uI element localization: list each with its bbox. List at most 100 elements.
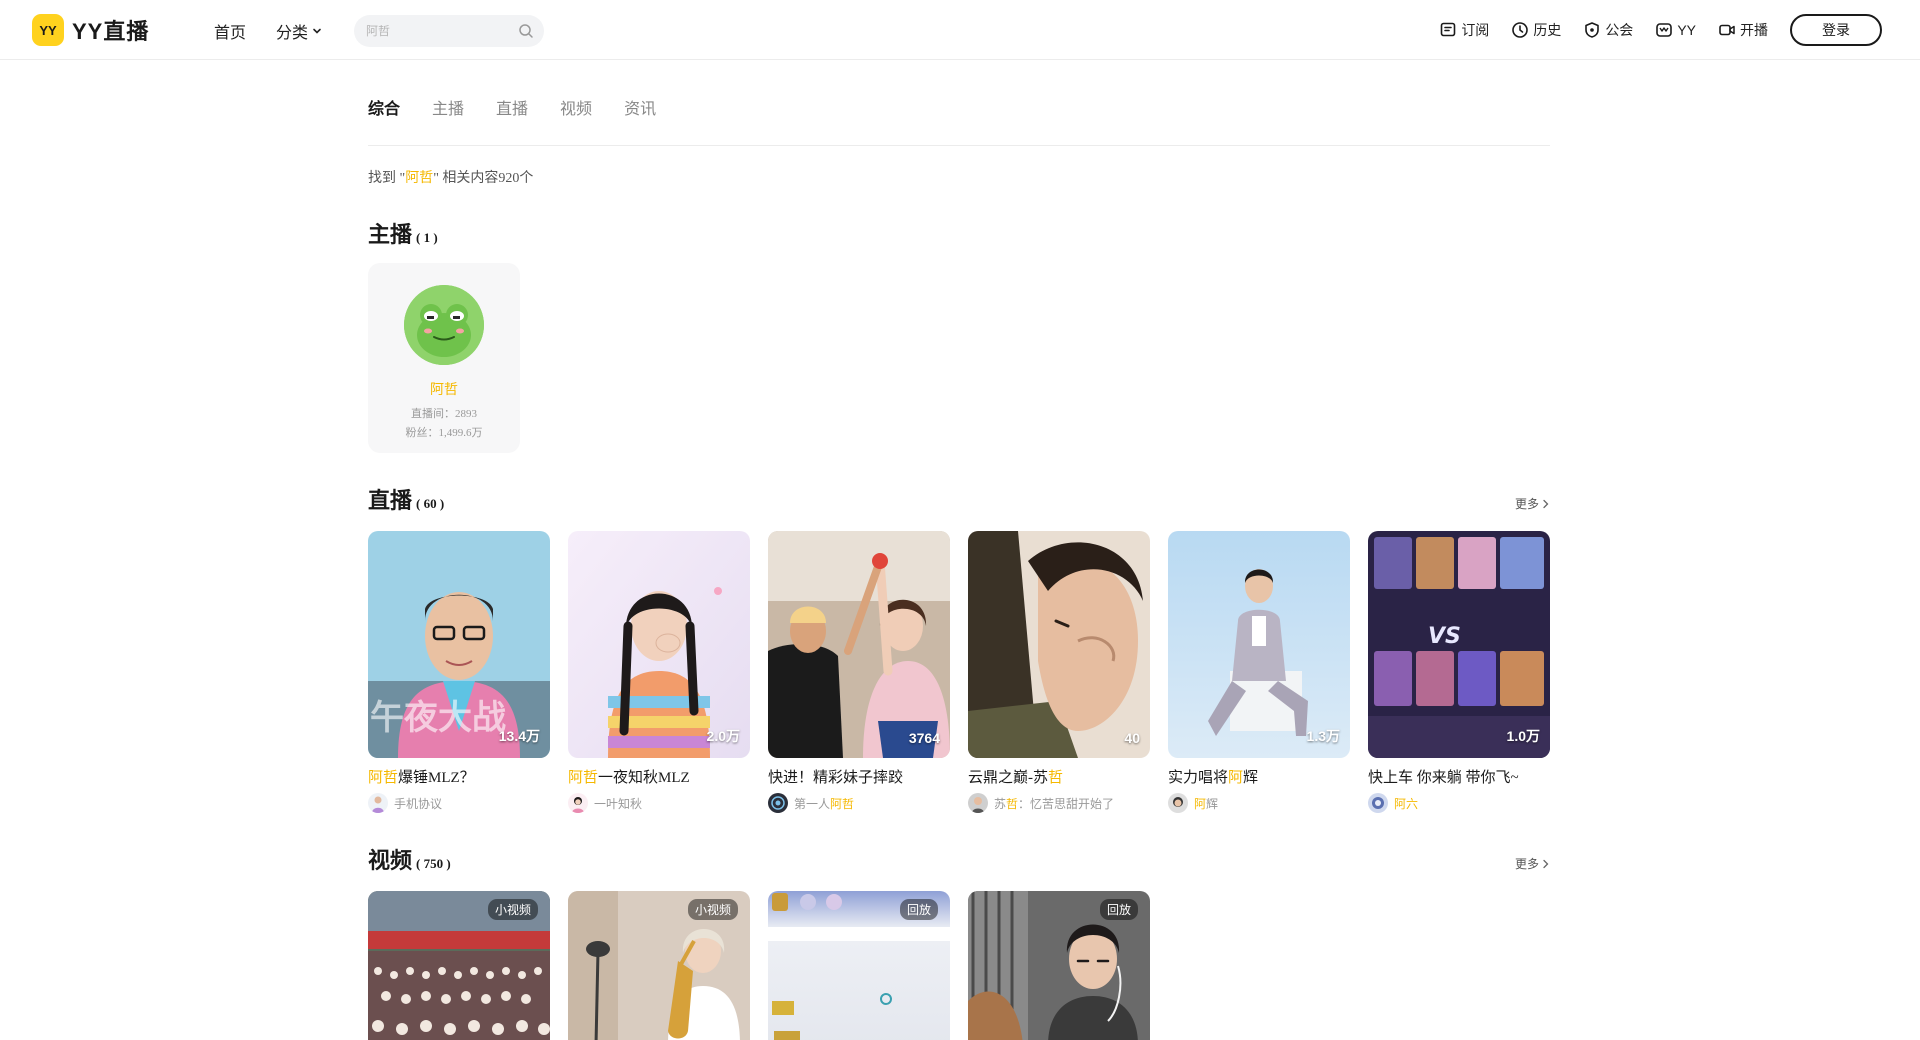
result-prefix: 找到 " xyxy=(368,171,406,186)
chevron-down-icon xyxy=(313,28,321,34)
live-owner[interactable]: 第一人 阿哲 xyxy=(768,793,950,813)
live-card[interactable]: 午夜大战 13.4万 阿哲爆锤MLZ？ 手机协议 xyxy=(368,531,550,813)
result-summary: 找到 "阿哲" 相关内容920个 xyxy=(368,167,1550,186)
video-card[interactable]: 小视频 xyxy=(368,891,550,1040)
live-owner[interactable]: 苏哲：忆苦思甜开始了 xyxy=(968,793,1150,813)
live-title: 快上车 你来躺 带你飞~ xyxy=(1368,766,1550,787)
owner-avatar xyxy=(968,793,988,813)
guild-icon xyxy=(1585,22,1600,38)
nav-subscribe-label: 订阅 xyxy=(1461,22,1490,38)
live-thumbnail: 3764 xyxy=(768,531,950,758)
owner-name: 一叶知秋 xyxy=(594,796,643,811)
live-title-text: 快进！精彩妹子摔跤 xyxy=(768,770,904,786)
video-type-tag: 回放 xyxy=(1099,899,1138,920)
nav-category[interactable]: 分类 xyxy=(276,19,322,43)
nav-yy[interactable]: YY xyxy=(1655,21,1696,39)
owner-name-rest: ：忆苦思甜开始了 xyxy=(1018,796,1115,811)
tab-video[interactable]: 视频 xyxy=(560,95,592,119)
nav-history-label: 历史 xyxy=(1533,22,1562,38)
nav-broadcast[interactable]: 开播 xyxy=(1718,20,1768,40)
owner-name-rest: 辉 xyxy=(1206,796,1219,811)
nav-subscribe[interactable]: 订阅 xyxy=(1439,20,1489,40)
live-title-text: 快上车 你来躺 带你飞~ xyxy=(1368,770,1519,786)
live-owner[interactable]: 手机协议 xyxy=(368,793,550,813)
streamer-avatar xyxy=(404,285,484,365)
result-tabs: 综合 主播 直播 视频 资讯 xyxy=(368,60,1550,146)
live-card[interactable]: 2.0万 阿哲一夜知秋MLZ 一叶知秋 xyxy=(568,531,750,813)
nav-home-label: 首页 xyxy=(214,25,247,42)
video-card[interactable]: 小视频 xyxy=(568,891,750,1040)
nav-guild-label: 公会 xyxy=(1605,22,1634,38)
nav-history[interactable]: 历史 xyxy=(1511,20,1561,40)
svg-text:午夜大战: 午夜大战 xyxy=(370,698,506,738)
live-title-prefix: 实力唱将 xyxy=(1168,770,1229,786)
nav-yy-label: YY xyxy=(1677,22,1696,38)
tab-news[interactable]: 资讯 xyxy=(624,95,656,119)
video-card[interactable]: 回放 xyxy=(968,891,1150,1040)
live-title-highlight: 哲 xyxy=(1048,770,1064,786)
viewer-count: 1.0万 xyxy=(1506,728,1540,744)
video-section-header: 视频( 750 ) 更多 xyxy=(368,843,1550,875)
streamer-room: 直播间：2893 xyxy=(411,408,477,420)
nav-home[interactable]: 首页 xyxy=(214,19,246,43)
live-title-rest: 爆锤MLZ？ xyxy=(398,770,475,786)
search-results: 综合 主播 直播 视频 资讯 找到 "阿哲" 相关内容920个 主播( 1 ) xyxy=(368,60,1550,1040)
tab-live[interactable]: 直播 xyxy=(496,95,528,119)
video-card[interactable]: 回放 xyxy=(768,891,950,1040)
live-thumbnail-image: VS xyxy=(1368,531,1550,758)
viewer-count: 2.0万 xyxy=(706,728,740,744)
live-more-link[interactable]: 更多 xyxy=(1515,495,1550,512)
anchor-section-header: 主播( 1 ) xyxy=(368,217,1550,249)
yy-icon xyxy=(1656,23,1673,37)
live-section-count: ( 60 ) xyxy=(416,496,445,511)
yy-logo-badge: YY xyxy=(32,14,64,46)
owner-name-rest: 六 xyxy=(1406,796,1419,811)
owner-avatar xyxy=(768,793,788,813)
viewer-count: 1.3万 xyxy=(1306,728,1340,744)
live-owner[interactable]: 一叶知秋 xyxy=(568,793,750,813)
nav-guild[interactable]: 公会 xyxy=(1583,20,1633,40)
video-more-link[interactable]: 更多 xyxy=(1515,855,1550,872)
video-thumbnail: 回放 xyxy=(968,891,1150,1040)
nav-category-label: 分类 xyxy=(276,25,309,42)
owner-avatar xyxy=(1368,793,1388,813)
live-owner[interactable]: 阿辉 xyxy=(1168,793,1350,813)
yy-logo-text: YY直播 xyxy=(72,19,150,44)
live-more-label: 更多 xyxy=(1514,497,1539,511)
anchor-section: 主播( 1 ) 阿哲 直播间：2893 粉丝：1,499.6万 xyxy=(368,217,1550,453)
owner-name-prefix: 第一人 xyxy=(794,796,831,811)
live-title: 快进！精彩妹子摔跤 xyxy=(768,766,950,787)
live-card[interactable]: 1.3万 实力唱将阿辉 阿辉 xyxy=(1168,531,1350,813)
tab-anchor[interactable]: 主播 xyxy=(432,95,464,119)
live-card[interactable]: 3764 快进！精彩妹子摔跤 第一人 阿哲 xyxy=(768,531,950,813)
live-thumbnail-image xyxy=(968,531,1150,758)
result-keyword: 阿哲 xyxy=(405,171,434,186)
streamer-meta: 直播间：2893 粉丝：1,499.6万 xyxy=(406,405,483,443)
result-suffix: " 相关内容920个 xyxy=(433,171,534,186)
right-nav: 订阅 历史 公会 YY 开播 登录 xyxy=(1439,13,1882,47)
search-input[interactable] xyxy=(366,24,506,38)
live-title: 阿哲爆锤MLZ？ xyxy=(368,766,550,787)
video-type-tag: 小视频 xyxy=(487,899,538,920)
broadcast-icon xyxy=(1719,24,1735,36)
video-thumbnail: 回放 xyxy=(768,891,950,1040)
video-section: 视频( 750 ) 更多 小视频 小视频 回放 回放 xyxy=(368,843,1550,1040)
owner-name: 手机协议 xyxy=(394,796,443,811)
video-section-title: 视频 xyxy=(368,848,413,873)
live-card[interactable]: 40 云鼎之巅-苏哲 苏哲：忆苦思甜开始了 xyxy=(968,531,1150,813)
live-owner[interactable]: 阿六 xyxy=(1368,793,1550,813)
search-icon[interactable] xyxy=(518,23,534,39)
login-button[interactable]: 登录 xyxy=(1790,14,1882,46)
tab-all[interactable]: 综合 xyxy=(368,95,400,119)
viewer-count: 13.4万 xyxy=(498,728,540,744)
top-header: YY YY直播 首页 分类 订阅 历史 公会 YY 开播 xyxy=(0,0,1920,60)
video-more-label: 更多 xyxy=(1514,857,1539,871)
yy-logo[interactable]: YY YY直播 xyxy=(32,14,149,46)
live-title-rest: 一夜知秋MLZ xyxy=(598,770,690,786)
live-thumbnail: VS 1.0万 xyxy=(1368,531,1550,758)
live-card[interactable]: VS 1.0万 快上车 你来躺 带你飞~ 阿六 xyxy=(1368,531,1550,813)
owner-avatar xyxy=(368,793,388,813)
chevron-right-icon xyxy=(1543,859,1549,868)
live-section: 直播( 60 ) 更多 午夜大战 13.4万 阿哲爆锤MLZ？ 手机协议 2.0… xyxy=(368,483,1550,813)
streamer-card[interactable]: 阿哲 直播间：2893 粉丝：1,499.6万 xyxy=(368,263,520,453)
